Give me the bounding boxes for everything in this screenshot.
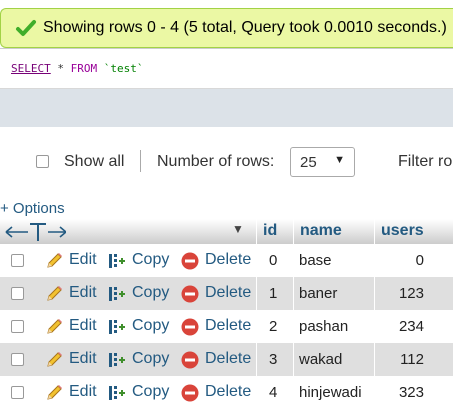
show-all-label[interactable]: Show all (64, 153, 124, 171)
pencil-icon[interactable] (44, 284, 64, 304)
cell-users: 234 (398, 318, 424, 335)
copy-icon[interactable] (107, 383, 127, 403)
table-row: Edit Copy Delete 4 hinjewadi 323 (0, 376, 453, 409)
delete-link[interactable]: Delete (205, 251, 251, 269)
filter-rows-label: Filter ro (398, 153, 453, 170)
edit-link[interactable]: Edit (69, 284, 97, 302)
edit-link[interactable]: Edit (69, 350, 97, 368)
column-header-id[interactable]: id (263, 222, 277, 240)
column-divider (293, 219, 294, 408)
copy-link[interactable]: Copy (132, 350, 169, 368)
copy-icon[interactable] (107, 284, 127, 304)
options-link[interactable]: + Options (0, 200, 65, 217)
check-icon (16, 20, 36, 36)
show-all-checkbox[interactable] (36, 155, 49, 168)
copy-link[interactable]: Copy (132, 383, 169, 401)
row-checkbox[interactable] (11, 320, 24, 333)
row-checkbox[interactable] (11, 353, 24, 366)
sql-select-keyword[interactable]: SELECT (11, 62, 51, 75)
navigation-bar: Show all Number of rows: 25 ▼ Filter ro (0, 143, 453, 183)
delete-icon[interactable] (180, 383, 200, 403)
column-header-users[interactable]: users (381, 222, 424, 240)
pencil-icon[interactable] (44, 317, 64, 337)
copy-icon[interactable] (107, 251, 127, 271)
column-divider (256, 219, 257, 408)
edit-link[interactable]: Edit (69, 251, 97, 269)
success-message: Showing rows 0 - 4 (5 total, Query took … (0, 8, 453, 48)
rows-per-page-value: 25 (300, 154, 317, 171)
cell-users: 112 (400, 351, 424, 368)
table-row: Edit Copy Delete 0 base 0 (0, 244, 453, 277)
row-checkbox[interactable] (11, 287, 24, 300)
delete-link[interactable]: Delete (205, 284, 251, 302)
nav-separator (140, 150, 141, 172)
pencil-icon[interactable] (44, 383, 64, 403)
cell-id: 2 (269, 318, 278, 335)
row-checkbox[interactable] (11, 254, 24, 267)
sql-from-keyword: FROM (70, 62, 98, 75)
copy-link[interactable]: Copy (132, 284, 169, 302)
table-row: Edit Copy Delete 1 baner 123 (0, 277, 453, 310)
cell-name: base (299, 252, 332, 269)
cell-name: hinjewadi (299, 384, 362, 401)
sort-arrow-icon[interactable]: ▼ (232, 222, 244, 236)
pencil-icon[interactable] (44, 251, 64, 271)
sql-links-strip (0, 89, 453, 127)
rows-per-page-select[interactable]: 25 ▼ (290, 147, 355, 177)
edit-link[interactable]: Edit (69, 383, 97, 401)
row-checkbox[interactable] (11, 386, 24, 399)
table-row: Edit Copy Delete 3 wakad 112 (0, 343, 453, 376)
number-of-rows-label: Number of rows: (157, 153, 275, 170)
sql-query: SELECT * FROM `test` (0, 49, 453, 89)
sql-query-box: SELECT * FROM `test` (0, 48, 453, 127)
delete-link[interactable]: Delete (205, 317, 251, 335)
copy-link[interactable]: Copy (132, 251, 169, 269)
delete-link[interactable]: Delete (205, 350, 251, 368)
edit-link[interactable]: Edit (69, 317, 97, 335)
cell-users: 0 (415, 252, 424, 269)
copy-icon[interactable] (107, 350, 127, 370)
delete-icon[interactable] (180, 317, 200, 337)
chevron-down-icon: ▼ (334, 154, 345, 166)
column-arrows-icon[interactable] (4, 221, 66, 243)
cell-users: 123 (398, 285, 424, 302)
cell-name: pashan (299, 318, 349, 335)
cell-name: wakad (299, 351, 343, 368)
cell-id: 0 (269, 252, 278, 269)
sql-table-name: `test` (97, 62, 144, 75)
column-divider (374, 219, 375, 408)
cell-id: 3 (269, 351, 278, 368)
table-row: Edit Copy Delete 2 pashan 234 (0, 310, 453, 343)
copy-icon[interactable] (107, 317, 127, 337)
delete-icon[interactable] (180, 284, 200, 304)
cell-users: 323 (398, 384, 424, 401)
success-text: Showing rows 0 - 4 (5 total, Query took … (43, 19, 447, 36)
cell-id: 1 (269, 285, 278, 302)
pencil-icon[interactable] (44, 350, 64, 370)
delete-link[interactable]: Delete (205, 383, 251, 401)
column-header-name[interactable]: name (300, 222, 342, 240)
delete-icon[interactable] (180, 350, 200, 370)
table-header: ▼ id name users (0, 219, 453, 245)
sql-star: * (50, 62, 71, 75)
cell-id: 4 (269, 384, 278, 401)
delete-icon[interactable] (180, 251, 200, 271)
results-page: Showing rows 0 - 4 (5 total, Query took … (0, 0, 453, 420)
copy-link[interactable]: Copy (132, 317, 169, 335)
cell-name: baner (299, 285, 338, 302)
